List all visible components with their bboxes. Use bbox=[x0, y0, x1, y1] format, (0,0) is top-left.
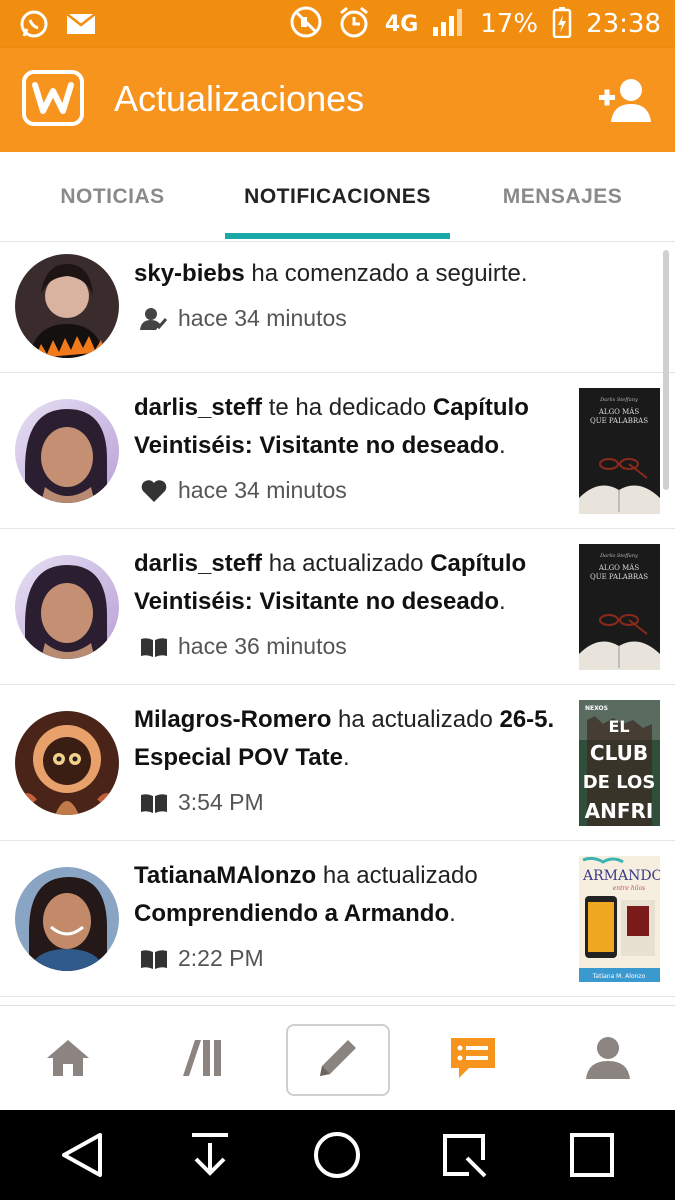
avatar[interactable] bbox=[15, 555, 119, 659]
recent-apps-icon[interactable] bbox=[562, 1125, 622, 1185]
capture-icon[interactable] bbox=[434, 1125, 494, 1185]
notification-row[interactable]: darlis_steff te ha dedicado Capítulo Vei… bbox=[0, 373, 675, 529]
story-cover[interactable]: Darlis Steffany ALGO MÁS QUE PALABRAS bbox=[579, 388, 660, 514]
mute-icon bbox=[289, 5, 323, 44]
tab-bar: NOTICIAS NOTIFICACIONES MENSAJES bbox=[0, 152, 675, 242]
username[interactable]: TatianaMAlonzo bbox=[134, 862, 316, 889]
whatsapp-icon bbox=[18, 8, 50, 45]
nav-profile[interactable] bbox=[556, 1024, 660, 1096]
username[interactable]: sky-biebs bbox=[134, 260, 245, 287]
home-button-icon[interactable] bbox=[307, 1125, 367, 1185]
tab-noticias[interactable]: NOTICIAS bbox=[0, 152, 225, 242]
cover-title-line2: QUE PALABRAS bbox=[590, 573, 648, 581]
book-icon bbox=[140, 946, 168, 972]
cover-title-line1: EL bbox=[608, 717, 629, 736]
avatar[interactable] bbox=[15, 399, 119, 503]
cover-subtitle: entre hilos bbox=[613, 885, 646, 892]
timestamp: 3:54 PM bbox=[178, 789, 264, 815]
nav-library[interactable] bbox=[151, 1024, 255, 1096]
home-icon bbox=[45, 1038, 91, 1083]
notification-meta: 3:54 PM bbox=[140, 789, 264, 816]
notification-action: ha actualizado bbox=[316, 862, 478, 889]
story-part-title[interactable]: Comprendiendo a Armando bbox=[134, 900, 449, 927]
avatar[interactable] bbox=[15, 711, 119, 815]
avatar[interactable] bbox=[15, 254, 119, 358]
app-bar: Actualizaciones bbox=[0, 48, 675, 152]
active-tab-indicator bbox=[225, 233, 450, 239]
bottom-navigation bbox=[0, 1005, 675, 1110]
book-icon bbox=[140, 634, 168, 660]
notification-text: sky-biebs ha comenzado a seguirte. bbox=[134, 255, 654, 293]
notification-meta: hace 34 minutos bbox=[140, 477, 347, 504]
notification-action: te ha dedicado bbox=[262, 394, 433, 421]
notification-text: darlis_steff te ha dedicado Capítulo Vei… bbox=[134, 394, 529, 459]
story-cover[interactable]: NEXOS EL CLUB DE LOS ANFRI bbox=[579, 700, 660, 826]
profile-icon bbox=[585, 1035, 631, 1086]
clock: 23:38 bbox=[586, 9, 661, 39]
timestamp: 2:22 PM bbox=[178, 945, 264, 971]
username[interactable]: Milagros-Romero bbox=[134, 706, 331, 733]
notification-pulldown-icon[interactable] bbox=[180, 1125, 240, 1185]
cover-title-line1: ALGO MÁS bbox=[598, 407, 639, 416]
cover-author: Darlis Steffany bbox=[599, 397, 638, 403]
cover-title-line4: ANFRI bbox=[585, 799, 654, 823]
system-navigation bbox=[0, 1110, 675, 1200]
username[interactable]: darlis_steff bbox=[134, 394, 262, 421]
mail-icon bbox=[66, 11, 96, 42]
nav-notifications[interactable] bbox=[421, 1024, 525, 1096]
notification-action: ha actualizado bbox=[331, 706, 500, 733]
wattpad-logo[interactable] bbox=[22, 70, 84, 126]
avatar[interactable] bbox=[15, 867, 119, 971]
notification-list: sky-biebs ha comenzado a seguirte. hace … bbox=[0, 243, 675, 1005]
cover-title-line1: ALGO MÁS bbox=[598, 563, 639, 572]
back-icon[interactable] bbox=[52, 1125, 112, 1185]
notification-row[interactable]: darlis_steff ha actualizado Capítulo Vei… bbox=[0, 529, 675, 685]
cover-author: Tatiana M. Alonzo bbox=[592, 973, 646, 980]
notification-row[interactable]: Milagros-Romero ha actualizado 26-5. Esp… bbox=[0, 685, 675, 841]
nav-home[interactable] bbox=[16, 1024, 120, 1096]
list-scrollbar[interactable] bbox=[663, 250, 669, 490]
nav-write[interactable] bbox=[286, 1024, 390, 1096]
tab-mensajes[interactable]: MENSAJES bbox=[450, 152, 675, 242]
battery-percent: 17% bbox=[480, 9, 539, 39]
cover-title-line2: QUE PALABRAS bbox=[590, 417, 648, 425]
notification-action: ha comenzado a seguirte. bbox=[244, 260, 528, 287]
cover-title-line3: DE LOS bbox=[583, 772, 656, 793]
notification-text: Milagros-Romero ha actualizado 26-5. Esp… bbox=[134, 706, 555, 771]
story-cover[interactable]: ARMANDO entre hilos Tatiana M. Alonzo bbox=[579, 856, 660, 982]
notification-meta: hace 34 minutos bbox=[140, 305, 347, 332]
notification-text: TatianaMAlonzo ha actualizado Comprendie… bbox=[134, 862, 478, 927]
add-friend-icon[interactable] bbox=[597, 76, 653, 124]
signal-icon bbox=[432, 7, 466, 42]
tab-notificaciones[interactable]: NOTIFICACIONES bbox=[225, 152, 450, 242]
cover-tag: NEXOS bbox=[585, 705, 608, 712]
library-icon bbox=[181, 1038, 225, 1083]
story-cover[interactable]: Darlis Steffany ALGO MÁS QUE PALABRAS bbox=[579, 544, 660, 670]
book-icon bbox=[140, 790, 168, 816]
notification-action: ha actualizado bbox=[262, 550, 431, 577]
notification-text: darlis_steff ha actualizado Capítulo Vei… bbox=[134, 550, 527, 615]
timestamp: hace 36 minutos bbox=[178, 633, 347, 659]
page-title: Actualizaciones bbox=[114, 78, 365, 119]
follow-icon bbox=[140, 306, 168, 332]
alarm-icon bbox=[337, 5, 371, 44]
notification-meta: hace 36 minutos bbox=[140, 633, 347, 660]
network-type: 4G bbox=[384, 11, 419, 37]
notification-row[interactable]: TatianaMAlonzo ha actualizado Comprendie… bbox=[0, 841, 675, 997]
cover-title-line1: ARMANDO bbox=[582, 868, 660, 884]
pencil-icon bbox=[314, 1034, 362, 1087]
timestamp: hace 34 minutos bbox=[178, 477, 347, 503]
heart-icon bbox=[140, 478, 168, 504]
notifications-icon bbox=[449, 1036, 497, 1085]
username[interactable]: darlis_steff bbox=[134, 550, 262, 577]
notification-meta: 2:22 PM bbox=[140, 945, 264, 972]
cover-title-line2: CLUB bbox=[590, 741, 648, 765]
status-bar: 4G 17% 23:38 bbox=[0, 0, 675, 48]
battery-charging-icon bbox=[552, 6, 572, 43]
notification-row[interactable]: sky-biebs ha comenzado a seguirte. hace … bbox=[0, 243, 675, 373]
cover-author: Darlis Steffany bbox=[599, 553, 638, 559]
timestamp: hace 34 minutos bbox=[178, 305, 347, 331]
